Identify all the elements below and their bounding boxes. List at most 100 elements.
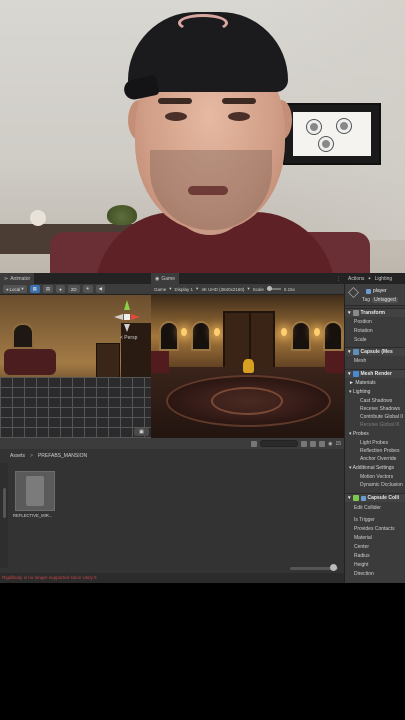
object-name-row: player (366, 288, 387, 294)
dynamic-occlusion-label: Dynamic Occlusion (360, 482, 403, 488)
camera-icon[interactable]: ▣ (134, 428, 149, 436)
resolution-dropdown[interactable]: 4K UHD (3840x2160) (201, 287, 244, 292)
tab-label: Game (161, 275, 175, 282)
more-icon[interactable]: ⋮ (336, 276, 344, 282)
anchor-override-label: Anchor Override (360, 456, 397, 462)
edit-collider-button[interactable]: Edit Collider (354, 505, 381, 511)
plant (107, 205, 137, 225)
eye-icon[interactable]: ◉ (328, 441, 332, 447)
game-view-dropdown[interactable]: Game (154, 287, 166, 292)
orientation-gizmo[interactable] (112, 298, 142, 336)
animator-icon: ⋗ (4, 275, 9, 282)
project-panel: ◉ 15 Assets > PREFABS_MANSION REFLECTIVE… (0, 438, 344, 583)
orchid-flower (319, 137, 333, 151)
tag-row: Tag Untagged (362, 297, 398, 303)
game-rug-pattern (211, 387, 283, 415)
snap-button[interactable]: ▦ (29, 285, 40, 293)
cast-shadows-label: Cast Shadows (360, 398, 393, 404)
star-icon[interactable] (319, 440, 326, 447)
tab-actions[interactable]: Actions (348, 273, 364, 284)
mode-2d-button[interactable]: 2D (67, 285, 80, 293)
letterbox-bottom (0, 583, 405, 720)
object-name-field[interactable]: player (373, 288, 387, 294)
tag-dropdown[interactable]: Untagged (372, 297, 398, 303)
component-title: Capsule Colli (367, 495, 400, 501)
enabled-checkbox[interactable] (360, 495, 366, 501)
shading-mode-button[interactable]: ● (56, 285, 65, 293)
active-checkbox[interactable] (366, 288, 371, 294)
console-status-bar[interactable]: Rigidbody is no longer supported since U… (0, 573, 344, 583)
add-icon[interactable] (251, 440, 258, 447)
search-input[interactable] (260, 440, 299, 447)
tab-animator[interactable]: ⋗ Animator (0, 273, 35, 284)
probes-section[interactable]: ▾ Probes (349, 431, 369, 437)
additional-settings-section[interactable]: ▾ Additional Settings (349, 465, 394, 471)
chevron-down-icon: ▾ (348, 349, 351, 355)
inspector-header: player Tag Untagged (345, 284, 405, 306)
component-title: Capsule (Mes (360, 349, 393, 355)
scale-slider-knob[interactable] (266, 286, 272, 291)
person-eye (228, 112, 250, 121)
pivot-label: Local (9, 286, 21, 292)
person-brow (158, 98, 192, 104)
mesh-icon (352, 349, 359, 355)
chevron-down-icon: ▾ (348, 495, 351, 501)
prefab-thumbnail[interactable] (15, 471, 55, 511)
cap-logo (178, 14, 228, 32)
rotation-label: Rotation (354, 328, 373, 334)
component-mesh-filter[interactable]: ▾ Capsule (Mes (345, 347, 405, 356)
lighting-section[interactable]: ▾ Lighting (349, 389, 370, 395)
chevron-down-icon: ▾ (21, 286, 24, 291)
game-sofa (325, 351, 344, 373)
chevron-down-icon: ▾ (348, 310, 351, 316)
component-transform[interactable]: ▾ Transform (345, 308, 405, 317)
asset-label[interactable]: REFLECTIVE_MIR... (13, 513, 61, 518)
label-icon[interactable] (310, 440, 317, 447)
inspector-tabbar: Actions ✦ Lighting (345, 273, 405, 284)
breadcrumb-folder[interactable]: PREFABS_MANSION (38, 453, 87, 459)
component-capsule-collider[interactable]: ▾ Capsule Colli (345, 493, 405, 502)
mesh-label: Mesh (354, 358, 367, 364)
material-label: Material (354, 535, 372, 541)
pivot-dropdown[interactable]: ⌖ Local ▾ (3, 285, 27, 293)
lighting-toggle[interactable]: ☀ (82, 285, 93, 293)
scene-view[interactable]: < Persp ▣ (0, 295, 151, 438)
scale-value: 0.15x (283, 286, 295, 292)
breadcrumb-separator: > (30, 453, 33, 459)
game-window (323, 321, 343, 351)
breadcrumb: Assets > PREFABS_MANSION (10, 452, 87, 460)
materials-section[interactable]: ► Materials (349, 380, 376, 386)
scale-label: Scale (354, 337, 367, 343)
scale-slider[interactable] (266, 286, 281, 291)
hidden-count: 15 (335, 440, 341, 447)
folder-tree-scrollbar[interactable] (3, 488, 6, 518)
motion-vectors-label: Motion Vectors (360, 474, 394, 480)
webcam-video (0, 0, 405, 273)
player-character (243, 359, 254, 373)
display-dropdown[interactable]: Display 1 (175, 287, 194, 292)
local-icon: ⌖ (6, 286, 9, 292)
scene-sofa (4, 349, 56, 375)
filter-icon[interactable] (301, 440, 308, 447)
tab-game[interactable]: ◉ Game (151, 273, 179, 284)
wall-lamp (214, 328, 220, 336)
center-label: Center (354, 544, 370, 550)
breadcrumb-assets[interactable]: Assets (10, 453, 25, 459)
grid-snap-icon: ▤ (45, 286, 51, 291)
thumbnail-size-knob[interactable] (330, 564, 337, 571)
game-window (191, 321, 211, 351)
scale-label: Scale (252, 286, 264, 292)
orchid-flower (337, 119, 351, 133)
game-view[interactable] (151, 295, 344, 438)
contribute-gi-label: Contribute Global Il (360, 414, 403, 420)
component-mesh-renderer[interactable]: ▾ Mesh Render (345, 369, 405, 378)
picture-mat (293, 112, 371, 156)
persp-label[interactable]: < Persp (120, 335, 137, 341)
section-label: Additional Settings (352, 465, 395, 471)
chevron-down-icon: ▾ (196, 286, 199, 291)
snap-settings-button[interactable]: ▤ (42, 285, 54, 293)
status-message: Rigidbody is no longer supported since U… (2, 575, 97, 580)
audio-toggle[interactable]: ◀ (95, 285, 106, 293)
tab-lighting[interactable]: Lighting (375, 273, 393, 284)
radius-label: Radius (354, 553, 370, 559)
